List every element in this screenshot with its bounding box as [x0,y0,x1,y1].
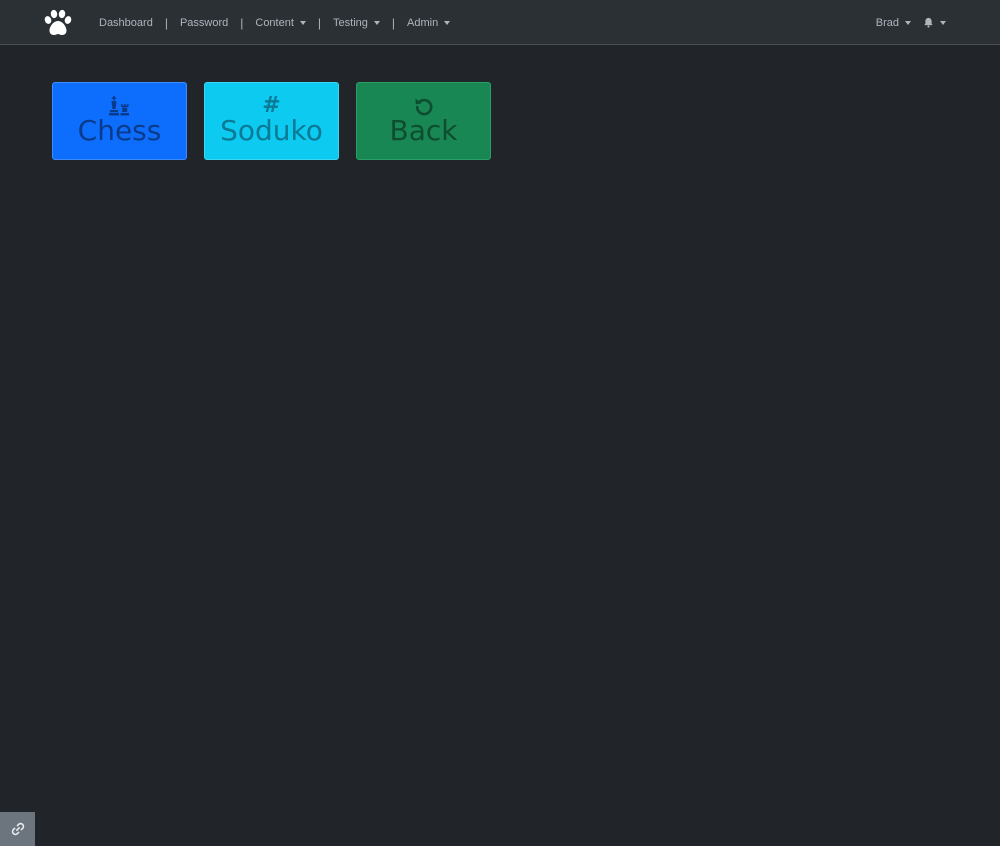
caret-down-icon [940,21,946,25]
nav-dashboard[interactable]: Dashboard [92,17,160,29]
nav-testing-label: Testing [333,16,368,29]
nav-separator: | [164,15,168,30]
game-tiles: Chess # Soduko Back [52,82,508,160]
caret-down-icon [444,21,451,25]
link-button[interactable] [0,812,35,846]
user-name: Brad [875,16,899,29]
soduko-label: Soduko [220,114,323,147]
paw-icon[interactable] [42,9,74,37]
nav-admin-dropdown[interactable]: Admin [400,17,457,29]
main-nav: Dashboard | Password | Content | Testing… [92,0,457,45]
chess-button[interactable]: Chess [52,82,187,160]
notifications-dropdown[interactable] [917,17,952,28]
caret-down-icon [373,21,380,25]
soduko-button[interactable]: # Soduko [204,82,339,160]
user-menu-dropdown[interactable]: Brad [870,17,917,29]
chess-label: Chess [77,114,162,147]
nav-content-dropdown[interactable]: Content [248,17,313,29]
nav-password-label: Password [179,16,229,29]
nav-testing-dropdown[interactable]: Testing [326,17,387,29]
caret-down-icon [299,21,306,25]
nav-content-label: Content [255,16,294,29]
nav-dashboard-label: Dashboard [99,16,153,29]
nav-admin-label: Admin [407,16,439,29]
nav-separator: | [391,15,396,30]
link-icon [11,822,24,836]
nav-password[interactable]: Password [173,17,235,29]
user-nav: Brad [870,0,952,45]
back-button[interactable]: Back [356,82,491,160]
caret-down-icon [905,21,911,25]
top-navbar: Dashboard | Password | Content | Testing… [0,0,1000,45]
nav-separator: | [240,15,244,30]
back-label: Back [389,114,458,147]
bell-icon [924,17,933,28]
nav-separator: | [317,15,322,30]
